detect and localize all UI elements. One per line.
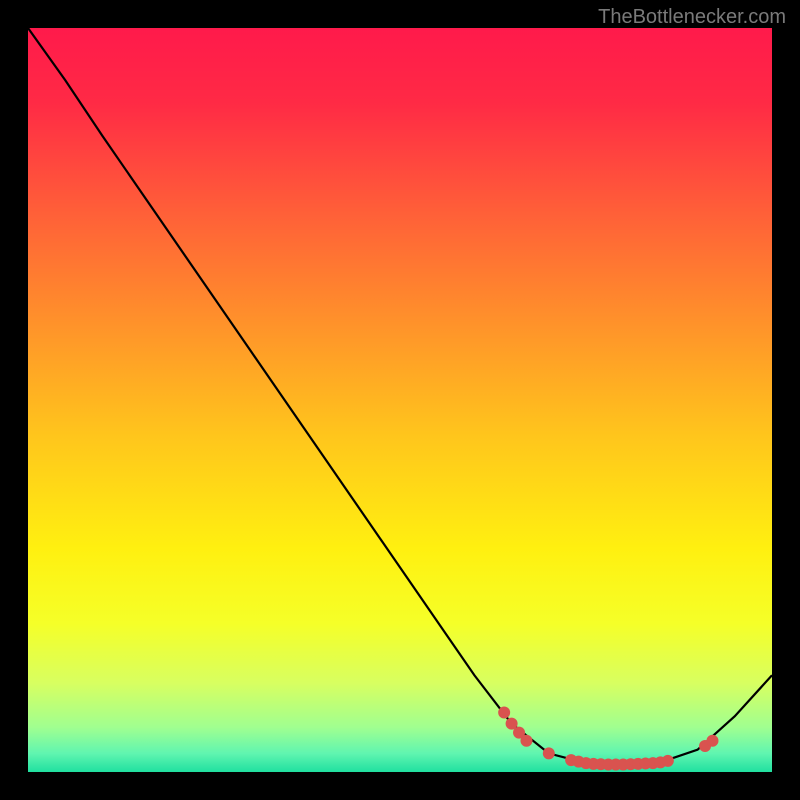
watermark-text: TheBottlenecker.com — [598, 6, 786, 29]
chart-background — [28, 28, 772, 772]
marker-point — [498, 706, 510, 718]
marker-point — [706, 735, 718, 747]
marker-point — [662, 755, 674, 767]
chart-container: TheBottlenecker.com — [0, 0, 800, 800]
marker-point — [543, 747, 555, 759]
chart-plot — [28, 28, 772, 772]
marker-point — [520, 735, 532, 747]
